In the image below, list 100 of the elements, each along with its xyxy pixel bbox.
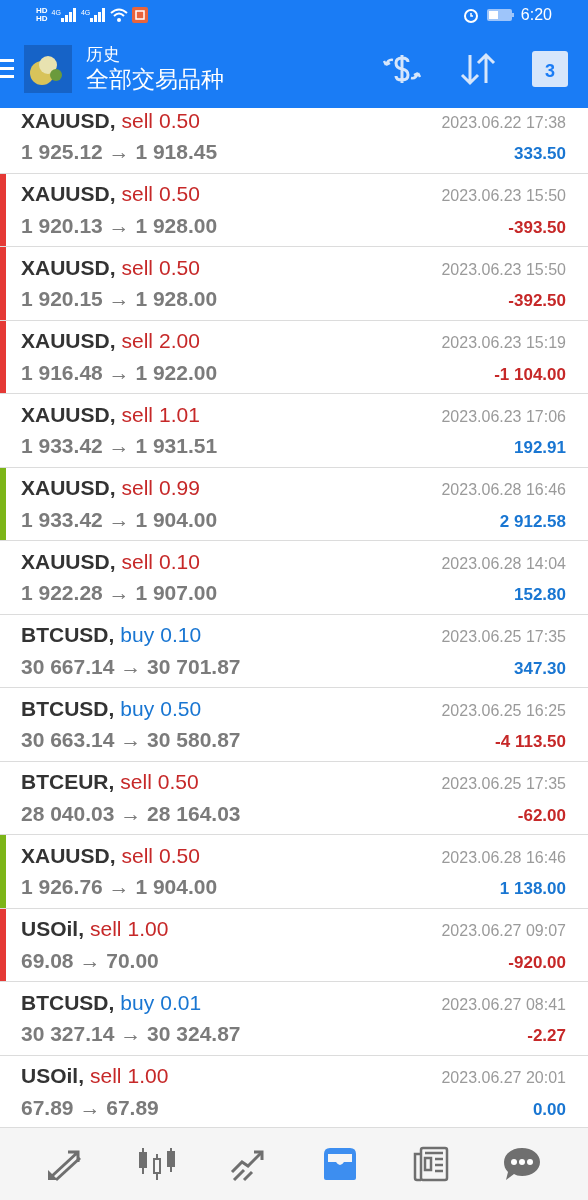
price-range: 69.08 → 70.00	[21, 947, 159, 974]
trade-type: sell	[121, 842, 154, 869]
price-range: 1 916.48 → 1 922.00	[21, 359, 218, 386]
deal-row[interactable]: XAUUSD, sell 0.10 2023.06.28 14:04 1 922.28 → 1 907.00 152.80	[0, 541, 588, 615]
menu-icon[interactable]	[0, 57, 14, 81]
symbol: BTCUSD,	[21, 622, 115, 649]
volume: 0.10	[160, 622, 202, 649]
profit: -62.00	[517, 804, 566, 827]
sort-icon[interactable]	[458, 51, 498, 87]
deal-row[interactable]: XAUUSD, sell 1.01 2023.06.23 17:06 1 933.42 → 1 931.51 192.91	[0, 394, 588, 468]
trade-type: sell	[90, 916, 122, 943]
profit: 0.00	[532, 1098, 566, 1121]
price-range: 28 040.03 → 28 164.03	[21, 800, 241, 827]
price-range: 1 925.12 → 1 918.45	[21, 139, 218, 166]
symbol: XAUUSD,	[21, 842, 116, 869]
symbol: XAUUSD,	[21, 328, 116, 355]
price-range: 1 920.13 → 1 928.00	[21, 212, 218, 239]
profit: 2 912.58	[499, 510, 566, 533]
deal-row[interactable]: XAUUSD, sell 0.50 2023.06.23 15:50 1 920.13 → 1 928.00 -393.50	[0, 173, 588, 247]
profit: 192.91	[514, 437, 566, 460]
trade-type: buy	[120, 695, 155, 722]
trade-type: sell	[121, 254, 154, 281]
symbol-filter[interactable]: 全部交易品种	[86, 65, 224, 94]
profit: -920.00	[508, 951, 566, 974]
signal-icon	[60, 8, 77, 22]
deal-row[interactable]: BTCUSD, buy 0.01 2023.06.27 08:41 30 327.14 → 30 324.87 -2.27	[0, 982, 588, 1056]
trade-type: sell	[121, 401, 154, 428]
deal-time: 2023.06.28 16:46	[441, 847, 566, 868]
network-label: HD	[36, 7, 48, 15]
symbol: XAUUSD,	[21, 254, 116, 281]
network-label: HD	[36, 15, 48, 23]
deal-time: 2023.06.25 17:35	[441, 774, 566, 795]
trade-type: sell	[121, 328, 154, 355]
deal-row[interactable]: BTCEUR, sell 0.50 2023.06.25 17:35 28 040.03 → 28 164.03 -62.00	[0, 761, 588, 835]
symbol: USOil,	[21, 1063, 84, 1090]
deal-row[interactable]: XAUUSD, sell 0.50 2023.06.23 15:50 1 920.15 → 1 928.00 -392.50	[0, 247, 588, 321]
volume: 0.10	[159, 548, 200, 575]
volume: 0.50	[159, 181, 200, 208]
deal-time: 2023.06.22 17:38	[441, 112, 566, 133]
symbol: XAUUSD,	[21, 475, 116, 502]
deal-time: 2023.06.27 09:07	[441, 921, 566, 942]
volume: 0.50	[159, 842, 200, 869]
trade-type: sell	[120, 769, 152, 796]
trade-type: sell	[121, 181, 154, 208]
deal-row[interactable]: XAUUSD, sell 0.50 2023.06.28 16:46 1 926.76 → 1 904.00 1 138.00	[0, 835, 588, 909]
trade-type: sell	[121, 475, 154, 502]
profit: -2.27	[527, 1025, 566, 1048]
volume: 1.00	[127, 916, 169, 943]
symbol: XAUUSD,	[21, 548, 116, 575]
price-range: 30 327.14 → 30 324.87	[21, 1021, 241, 1048]
deal-time: 2023.06.23 15:50	[441, 259, 566, 280]
price-range: 1 933.42 → 1 904.00	[21, 506, 218, 533]
volume: 1.01	[159, 401, 200, 428]
symbol: BTCUSD,	[21, 989, 115, 1016]
wifi-icon	[110, 8, 129, 22]
price-range: 1 920.15 → 1 928.00	[21, 286, 218, 313]
volume: 0.50	[159, 254, 200, 281]
trade-type: sell	[90, 1063, 122, 1090]
deal-time: 2023.06.28 16:46	[441, 480, 566, 501]
app-notification-icon	[132, 7, 149, 23]
price-range: 1 926.76 → 1 904.00	[21, 874, 218, 901]
symbol: BTCUSD,	[21, 695, 115, 722]
trade-type: sell	[121, 108, 154, 134]
signal-icon	[90, 8, 107, 22]
profit: -4 113.50	[495, 731, 566, 754]
deal-row[interactable]: BTCUSD, buy 0.50 2023.06.25 16:25 30 663.14 → 30 580.87 -4 113.50	[0, 688, 588, 762]
deal-row[interactable]: XAUUSD, sell 0.99 2023.06.28 16:46 1 933.42 → 1 904.00 2 912.58	[0, 467, 588, 541]
price-range: 67.89 → 67.89	[21, 1094, 159, 1121]
price-range: 30 667.14 → 30 701.87	[21, 653, 241, 680]
profit: -1 104.00	[494, 363, 566, 386]
deal-row[interactable]: XAUUSD, sell 0.50 2023.06.22 17:38 1 925.12 → 1 918.45 333.50	[0, 108, 588, 174]
profit: 1 138.00	[499, 878, 566, 901]
price-range: 1 933.42 → 1 931.51	[21, 433, 218, 460]
deal-row[interactable]: XAUUSD, sell 2.00 2023.06.23 15:19 1 916.48 → 1 922.00 -1 104.00	[0, 320, 588, 394]
price-range: 30 663.14 → 30 580.87	[21, 727, 241, 754]
volume: 2.00	[159, 328, 200, 355]
alarm-icon	[462, 7, 479, 23]
symbol: XAUUSD,	[21, 181, 116, 208]
symbol: XAUUSD,	[21, 108, 116, 134]
deal-row[interactable]: USOil, sell 1.00 2023.06.27 09:07 69.08 → 70.00 -920.00	[0, 908, 588, 982]
volume: 0.01	[160, 989, 202, 1016]
deal-time: 2023.06.23 15:50	[441, 186, 566, 207]
app-logo-icon	[24, 45, 72, 93]
deal-time: 2023.06.23 15:19	[441, 333, 566, 354]
deal-row[interactable]: BTCUSD, buy 0.10 2023.06.25 17:35 30 667.14 → 30 701.87 347.30	[0, 614, 588, 688]
volume: 0.50	[159, 108, 200, 134]
profit: 152.80	[514, 584, 566, 607]
volume: 1.00	[127, 1063, 169, 1090]
symbol: BTCEUR,	[21, 769, 115, 796]
battery-icon	[486, 8, 515, 22]
screen-title: 历史	[86, 44, 121, 66]
trade-type: buy	[120, 989, 155, 1016]
profit: 333.50	[514, 143, 566, 166]
trade-type: buy	[120, 622, 155, 649]
deal-time: 2023.06.25 16:25	[441, 700, 566, 721]
deal-time: 2023.06.27 08:41	[441, 994, 566, 1015]
deal-time: 2023.06.23 17:06	[441, 406, 566, 427]
deal-time: 2023.06.25 17:35	[441, 627, 566, 648]
profit: -392.50	[508, 290, 566, 313]
volume: 0.50	[157, 769, 199, 796]
